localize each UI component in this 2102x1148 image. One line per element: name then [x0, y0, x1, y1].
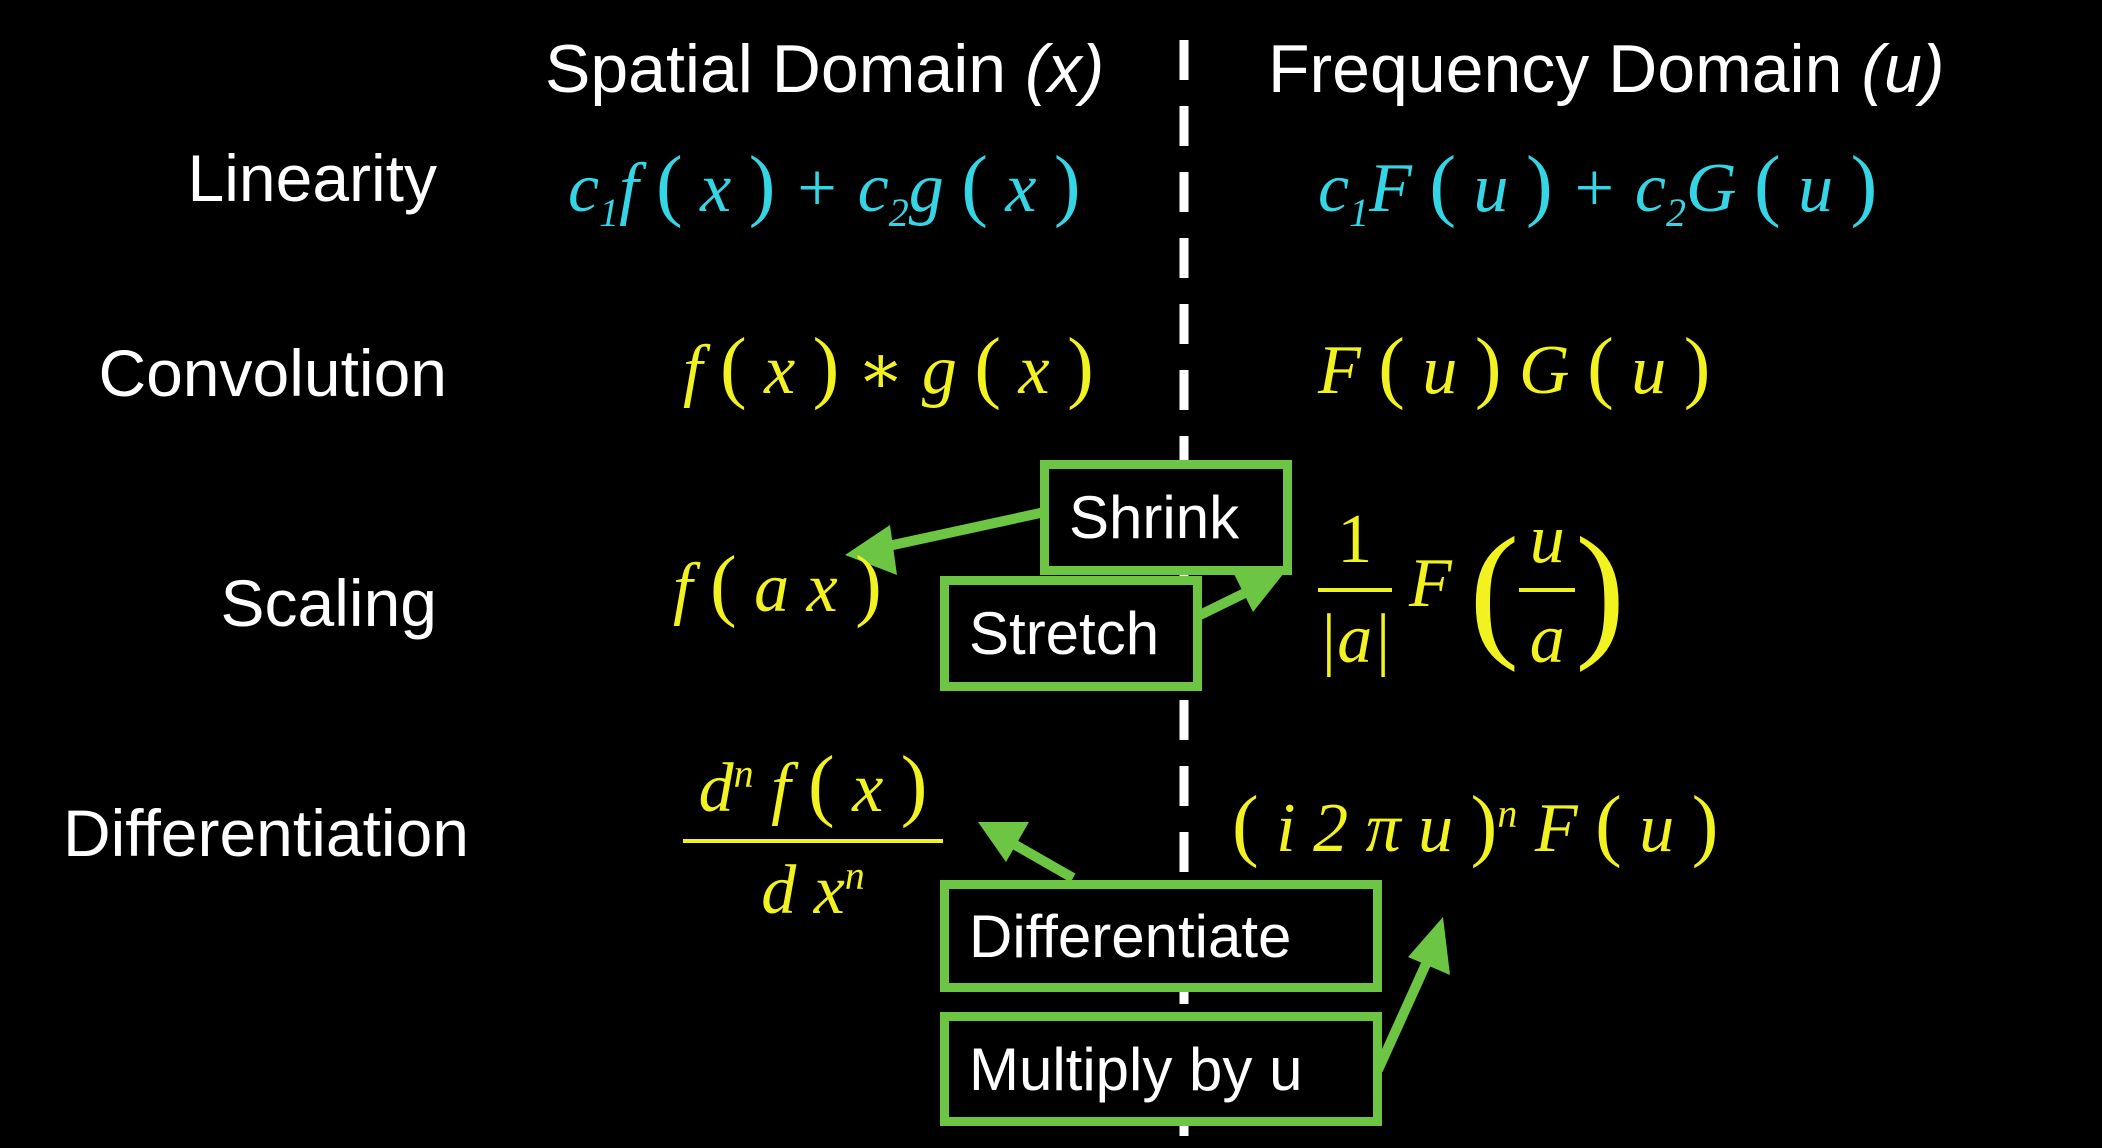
differentiate-arrow	[1007, 837, 1076, 883]
frequency-domain-header: Frequency Domain (u)	[1268, 30, 1945, 108]
differentiation-spatial-eq: dn f ( x ) d xn	[683, 740, 943, 931]
row-label-linearity: Linearity	[187, 141, 437, 215]
differentiate-arrowhead	[978, 822, 1029, 862]
row-label-differentiation: Differentiation	[62, 796, 469, 870]
row-label-convolution: Convolution	[98, 336, 447, 410]
frequency-domain-var: (u)	[1861, 31, 1945, 107]
row-label-scaling: Scaling	[220, 566, 437, 640]
shrink-callout: Shrink	[1040, 460, 1292, 575]
spatial-domain-header: Spatial Domain (x)	[545, 30, 1104, 108]
scaling-spatial-eq: f ( a x )	[673, 541, 882, 629]
spatial-domain-var: (x)	[1025, 31, 1105, 107]
linearity-frequency-eq: c1F ( u ) + c2G ( u )	[1318, 141, 1878, 235]
convolution-spatial-eq: f ( x ) ∗ g ( x )	[683, 323, 1094, 411]
multiply-arrow	[1373, 952, 1435, 1073]
shrink-arrow	[868, 507, 1047, 555]
convolution-frequency-eq: F ( u ) G ( u )	[1318, 323, 1711, 411]
differentiation-frequency-eq: ( i 2 π u )n F ( u )	[1232, 781, 1719, 869]
scaling-frequency-eq: 1 |a| F (u a)	[1318, 501, 1626, 678]
stretch-callout: Stretch	[940, 576, 1202, 691]
multiply-callout: Multiply by u	[940, 1012, 1382, 1126]
spatial-domain-label: Spatial Domain	[545, 31, 1007, 107]
linearity-spatial-eq: c1f ( x ) + c2g ( x )	[568, 141, 1081, 235]
differentiate-callout: Differentiate	[940, 880, 1382, 992]
frequency-domain-label: Frequency Domain	[1268, 31, 1843, 107]
